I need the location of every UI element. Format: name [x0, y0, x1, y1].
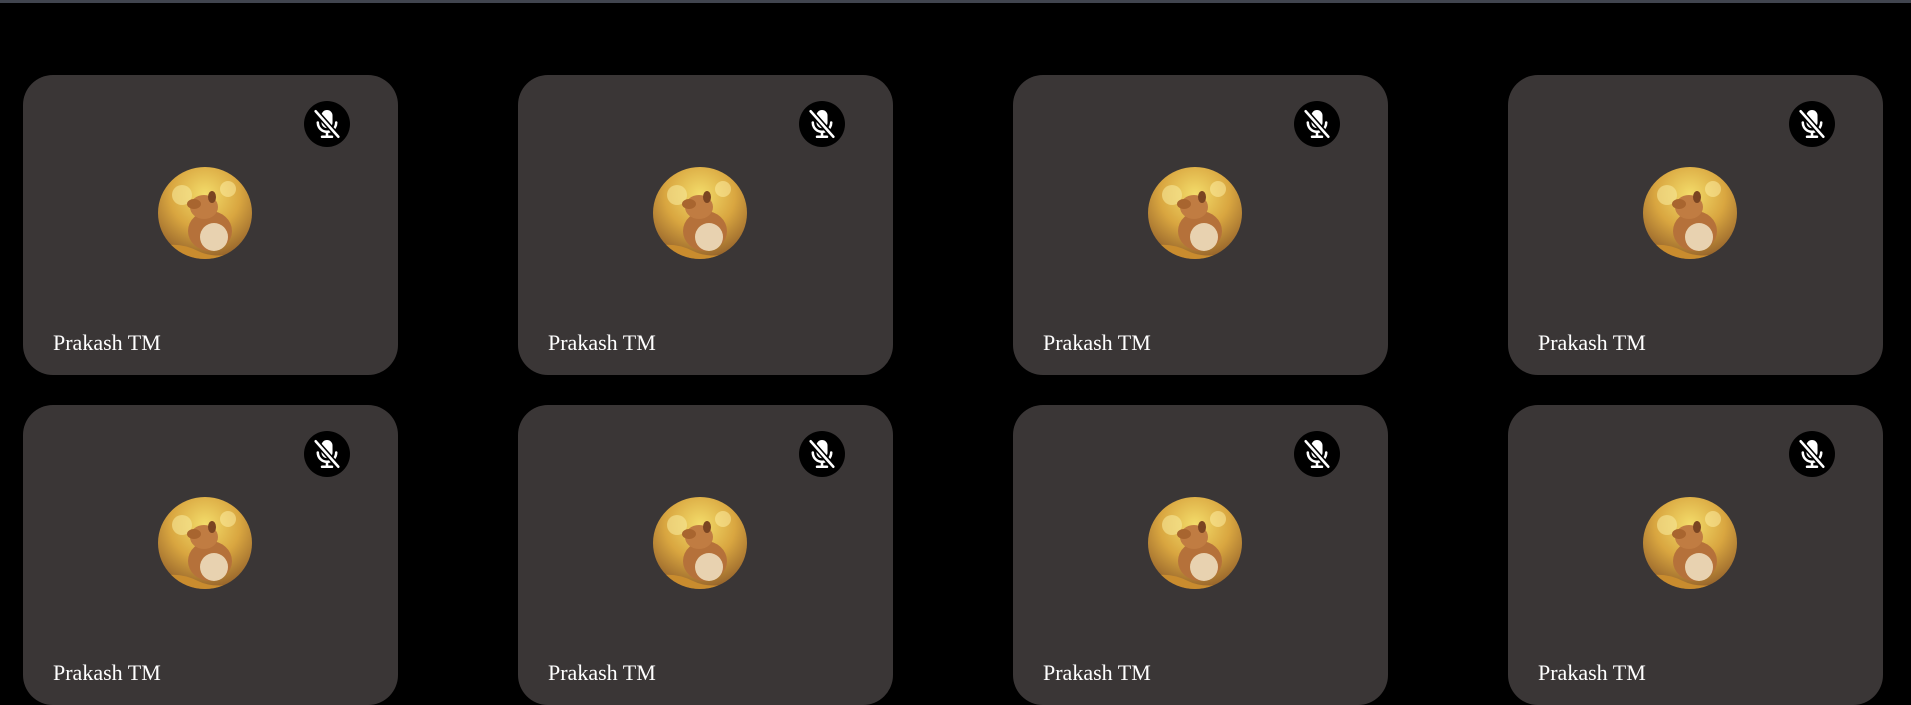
- mic-off-icon[interactable]: [304, 431, 350, 477]
- participant-tile[interactable]: Prakash TM: [1013, 75, 1388, 375]
- mic-off-icon[interactable]: [799, 431, 845, 477]
- avatar: [158, 497, 252, 589]
- participant-tile[interactable]: Prakash TM: [23, 75, 398, 375]
- participant-grid: Prakash TM Prakash TM Prakash TM Prakash…: [0, 0, 1911, 705]
- participant-name: Prakash TM: [1538, 660, 1646, 685]
- participant-name: Prakash TM: [1538, 330, 1646, 355]
- participant-tile[interactable]: Prakash TM: [1508, 405, 1883, 705]
- participant-name: Prakash TM: [1043, 330, 1151, 355]
- mic-off-icon[interactable]: [1789, 101, 1835, 147]
- participant-name: Prakash TM: [1043, 660, 1151, 685]
- avatar: [1643, 167, 1737, 259]
- participant-tile[interactable]: Prakash TM: [518, 405, 893, 705]
- participant-name: Prakash TM: [548, 330, 656, 355]
- avatar: [1643, 497, 1737, 589]
- participant-tile[interactable]: Prakash TM: [1013, 405, 1388, 705]
- participant-name: Prakash TM: [53, 330, 161, 355]
- participant-tile[interactable]: Prakash TM: [1508, 75, 1883, 375]
- participant-name: Prakash TM: [53, 660, 161, 685]
- avatar: [653, 497, 747, 589]
- mic-off-icon[interactable]: [1294, 431, 1340, 477]
- participant-name: Prakash TM: [548, 660, 656, 685]
- mic-off-icon[interactable]: [1294, 101, 1340, 147]
- avatar: [1148, 167, 1242, 259]
- mic-off-icon[interactable]: [304, 101, 350, 147]
- participant-tile[interactable]: Prakash TM: [518, 75, 893, 375]
- avatar: [1148, 497, 1242, 589]
- avatar: [158, 167, 252, 259]
- mic-off-icon[interactable]: [799, 101, 845, 147]
- participant-tile[interactable]: Prakash TM: [23, 405, 398, 705]
- avatar: [653, 167, 747, 259]
- mic-off-icon[interactable]: [1789, 431, 1835, 477]
